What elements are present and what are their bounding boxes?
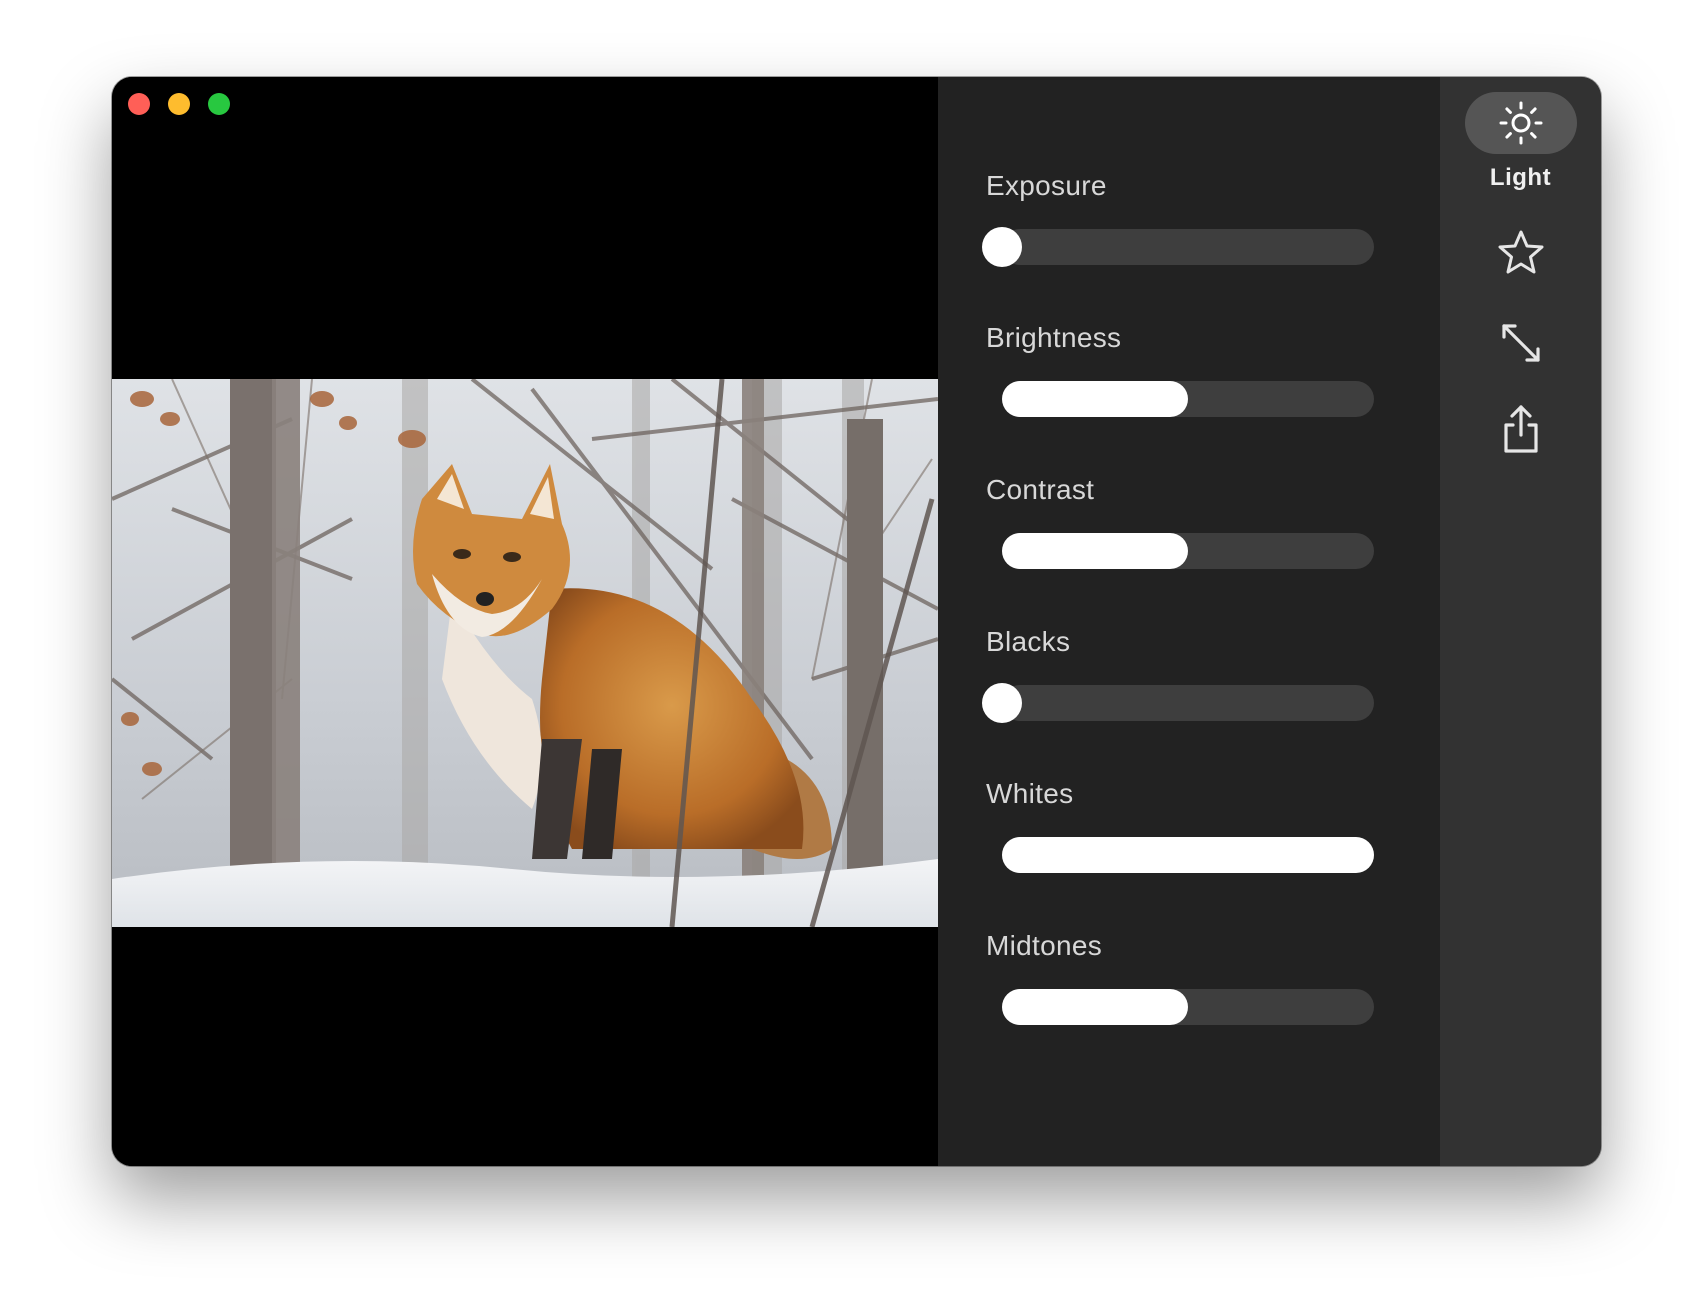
image-viewer <box>112 77 938 1166</box>
adjustment-midtones: Midtones <box>986 929 1440 1081</box>
sun-icon <box>1499 101 1542 145</box>
resize-pill[interactable] <box>1491 313 1551 373</box>
minimize-window-button[interactable] <box>168 93 190 115</box>
light-tool-label: Light <box>1489 164 1552 191</box>
whites-slider[interactable] <box>1002 837 1374 873</box>
close-window-button[interactable] <box>128 93 150 115</box>
light-tool-button[interactable]: Light <box>1464 92 1577 192</box>
share-icon <box>1503 405 1538 453</box>
window-controls <box>128 93 230 115</box>
adjustment-label: Whites <box>986 778 1074 809</box>
adjustment-contrast: Contrast <box>986 473 1440 625</box>
editor-window: Exposure Brightness Contrast Blacks Whit… <box>112 77 1601 1166</box>
fox-photo <box>112 379 938 927</box>
adjustment-blacks: Blacks <box>982 625 1440 777</box>
slider-fill[interactable] <box>1002 381 1188 417</box>
light-tool-pill[interactable] <box>1464 92 1577 154</box>
exposure-slider[interactable] <box>982 227 1374 267</box>
adjustment-label: Brightness <box>986 322 1122 353</box>
share-button[interactable] <box>1491 399 1551 459</box>
slider-knob[interactable] <box>982 227 1022 267</box>
adjustment-brightness: Brightness <box>986 321 1440 473</box>
blacks-slider[interactable] <box>982 683 1374 723</box>
adjustment-label: Blacks <box>986 626 1071 657</box>
slider-fill[interactable] <box>1002 989 1188 1025</box>
slider-fill[interactable] <box>1002 533 1188 569</box>
star-icon <box>1498 230 1543 274</box>
contrast-slider[interactable] <box>1002 533 1374 569</box>
adjustment-label: Exposure <box>986 170 1107 201</box>
share-pill[interactable] <box>1491 399 1551 459</box>
slider-knob[interactable] <box>982 683 1022 723</box>
favorite-button[interactable] <box>1491 223 1551 283</box>
adjustment-whites: Whites <box>986 777 1440 929</box>
resize-button[interactable] <box>1491 313 1551 373</box>
adjustment-label: Midtones <box>986 930 1103 961</box>
adjustment-exposure: Exposure <box>982 169 1440 321</box>
favorite-pill[interactable] <box>1491 223 1551 283</box>
resize-icon <box>1501 324 1540 362</box>
slider-fill[interactable] <box>1002 837 1374 873</box>
brightness-slider[interactable] <box>1002 381 1374 417</box>
adjustments-panel: Exposure Brightness Contrast Blacks Whit… <box>938 77 1440 1166</box>
tools-sidebar: Light <box>1440 77 1601 1166</box>
midtones-slider[interactable] <box>1002 989 1374 1025</box>
maximize-window-button[interactable] <box>208 93 230 115</box>
adjustment-label: Contrast <box>986 474 1095 505</box>
